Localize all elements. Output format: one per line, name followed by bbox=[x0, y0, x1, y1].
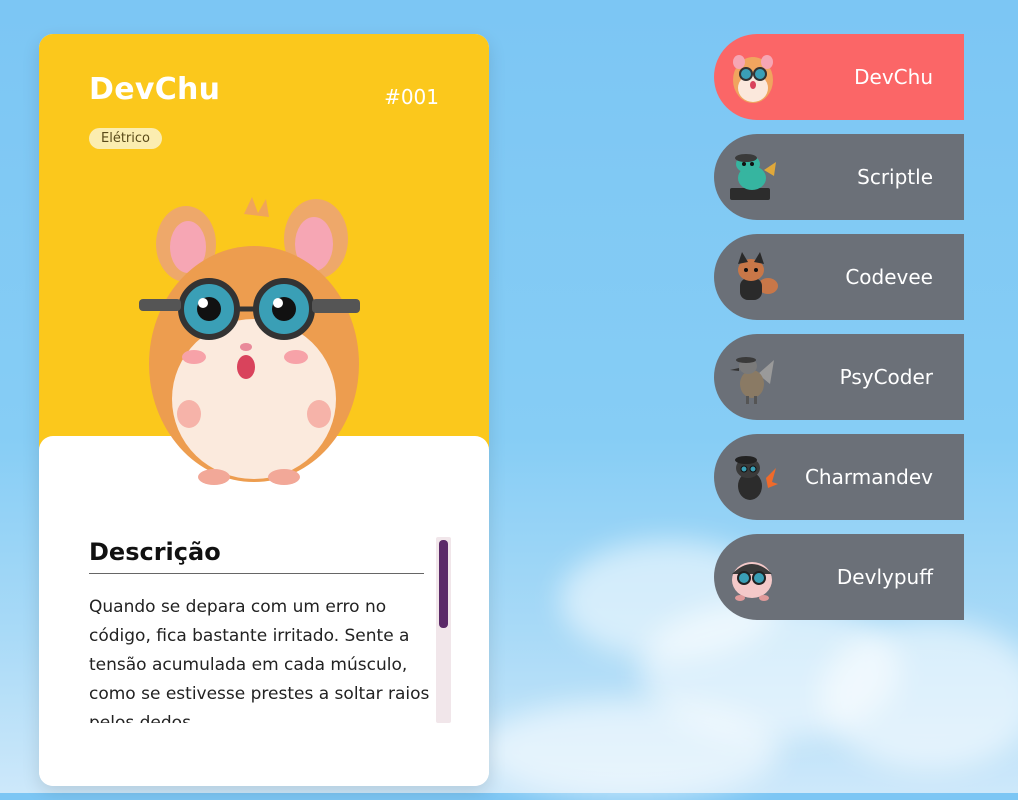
devchu-avatar-icon bbox=[733, 55, 773, 103]
type-badge: Elétrico bbox=[89, 128, 162, 149]
pokemon-number: #001 bbox=[384, 85, 439, 109]
pokemon-image bbox=[139, 197, 360, 485]
pokemon-card: DevChu #001 Elétrico Descrição Quando se… bbox=[39, 34, 489, 786]
psycoder-avatar-icon bbox=[730, 357, 774, 404]
description-title: Descrição bbox=[89, 538, 221, 566]
pokemon-list-item-label: Codevee bbox=[845, 265, 933, 289]
pokemon-list-item-psycoder[interactable]: PsyCoder bbox=[714, 334, 964, 420]
pokemon-list-item-label: Devlypuff bbox=[836, 565, 933, 589]
devlypuff-avatar-icon bbox=[732, 562, 772, 601]
pokemon-list-item-scriptle[interactable]: Scriptle bbox=[714, 134, 964, 220]
charmandev-avatar-icon bbox=[735, 456, 778, 500]
pokemon-list-item-charmandev[interactable]: Charmandev bbox=[714, 434, 964, 520]
background-cloud bbox=[820, 620, 1018, 770]
pokemon-list-item-devlypuff[interactable]: Devlypuff bbox=[714, 534, 964, 620]
scrollbar-thumb[interactable] bbox=[439, 540, 448, 628]
pokemon-list-item-label: DevChu bbox=[854, 65, 933, 89]
description-scroll-area[interactable]: Quando se depara com um erro no código, … bbox=[89, 593, 431, 723]
codevee-avatar-icon bbox=[738, 252, 778, 300]
pokemon-name: DevChu bbox=[89, 72, 221, 107]
pokemon-list-item-label: PsyCoder bbox=[839, 365, 933, 389]
scriptle-avatar-icon bbox=[730, 154, 776, 200]
description-text: Quando se depara com um erro no código, … bbox=[89, 597, 430, 723]
pokemon-list-item-label: Scriptle bbox=[857, 165, 933, 189]
pokemon-list-item-codevee[interactable]: Codevee bbox=[714, 234, 964, 320]
background-cloud bbox=[480, 700, 780, 800]
description-scrollbar[interactable] bbox=[436, 537, 451, 723]
pokemon-list-item-label: Charmandev bbox=[804, 465, 933, 489]
pokemon-list-item-devchu[interactable]: DevChu bbox=[714, 34, 964, 120]
description-divider bbox=[89, 573, 424, 574]
